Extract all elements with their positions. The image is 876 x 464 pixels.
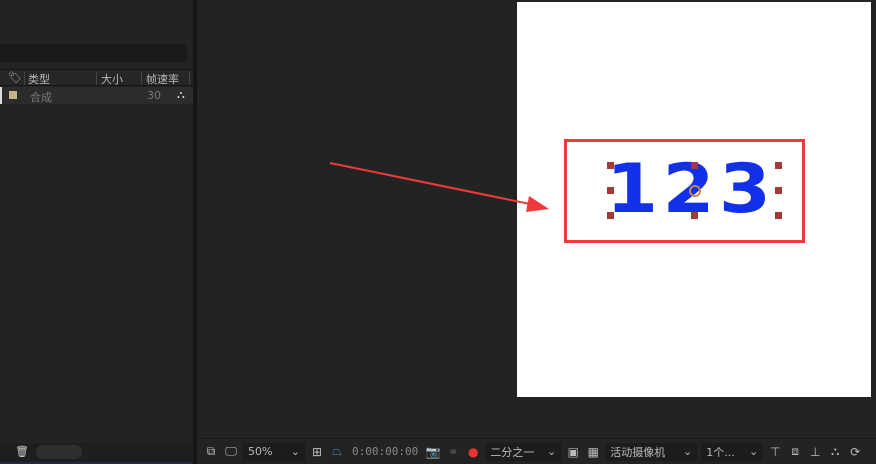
safe-area-icon[interactable]: ⊞ [309, 445, 325, 459]
always-preview-icon[interactable]: ⧉ [203, 444, 219, 459]
mask-visibility-icon[interactable]: ⏢ [329, 444, 345, 459]
viewer-toolbar: ⧉ 🖵 50% ⌄ ⊞ ⏢ 0:00:00:00 📷 ⚭ ● 二分之一 ⌄ ▣ ▦ … [197, 438, 876, 464]
resolution-dropdown[interactable]: 二分之一 ⌄ [485, 442, 562, 461]
fast-preview-icon[interactable]: ⧈ [787, 444, 803, 459]
show-snapshot-icon[interactable]: ⚭ [445, 445, 461, 459]
views-dropdown[interactable]: 1个... ⌄ [701, 442, 764, 461]
zoom-dropdown[interactable]: 50% ⌄ [243, 442, 305, 461]
annotation-arrow [329, 162, 549, 212]
views-value: 1个... [706, 445, 735, 459]
monitor-icon[interactable]: 🖵 [223, 444, 239, 459]
reset-exposure-icon[interactable]: ⟳ [847, 445, 863, 459]
color-channels-icon[interactable]: ● [465, 445, 481, 459]
transparency-grid-icon[interactable]: ▦ [585, 445, 601, 459]
camera-snapshot-icon[interactable]: 📷 [425, 445, 441, 459]
camera-value: 活动摄像机 [610, 445, 666, 459]
flowchart-icon[interactable]: ⛬ [827, 444, 843, 459]
timecode[interactable]: 0:00:00:00 [349, 445, 421, 458]
draft-3d-icon[interactable]: ⊤ [767, 445, 783, 459]
timeline-icon[interactable]: ⊥ [807, 445, 823, 459]
zoom-value: 50% [248, 445, 273, 458]
region-of-interest-icon[interactable]: ▣ [565, 445, 581, 459]
camera-dropdown[interactable]: 活动摄像机 ⌄ [605, 442, 698, 461]
resolution-value: 二分之一 [490, 445, 535, 459]
